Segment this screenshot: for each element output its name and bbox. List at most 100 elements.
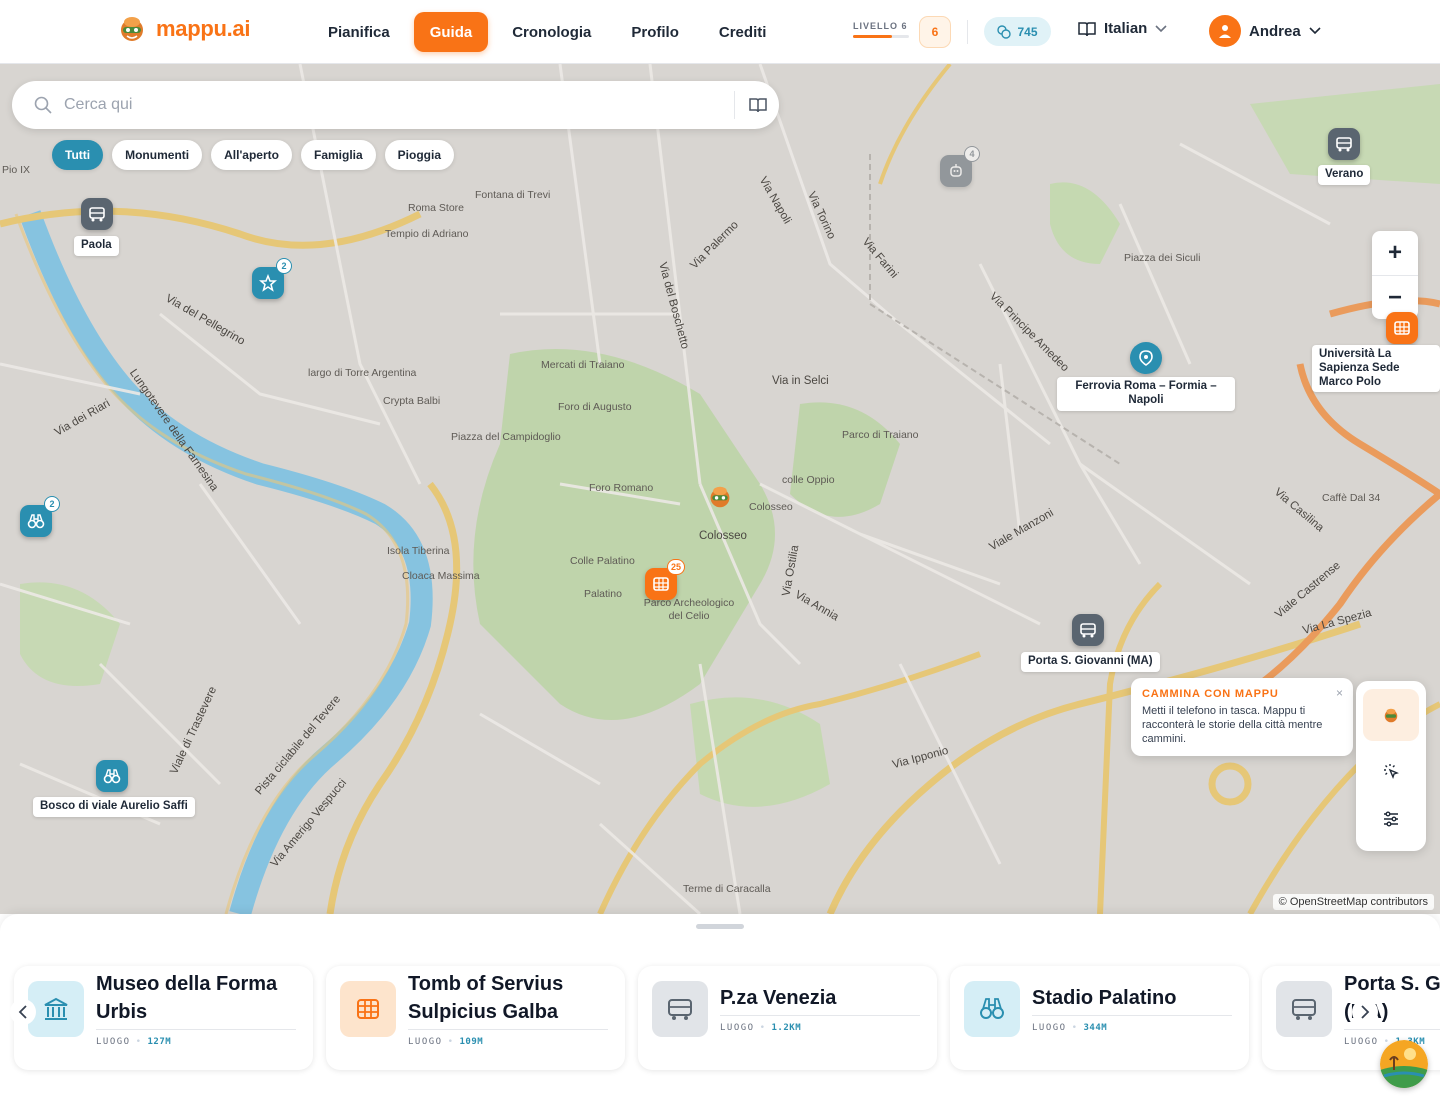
place-icon bbox=[28, 981, 84, 1037]
map-marker-ferrovia[interactable] bbox=[1130, 342, 1162, 374]
place-icon bbox=[340, 981, 396, 1037]
zoom-in-button[interactable]: + bbox=[1372, 231, 1418, 275]
place-type: LUOGO bbox=[720, 1023, 755, 1033]
search-divider bbox=[734, 91, 735, 119]
robot-icon bbox=[950, 164, 962, 177]
place-card[interactable]: Stadio Palatino LUOGO • 344M bbox=[950, 966, 1249, 1070]
place-meta: LUOGO • 1.2KM bbox=[720, 1023, 802, 1033]
map-canvas[interactable]: Colosseo Colosseo Foro Romano Palatino C… bbox=[0, 64, 1440, 914]
logo[interactable]: mappu.ai bbox=[118, 14, 250, 44]
place-distance: 1.2KM bbox=[771, 1023, 802, 1033]
map-label: Tempio di Adriano bbox=[385, 228, 469, 240]
star-icon bbox=[259, 274, 277, 292]
map-marker-paola[interactable] bbox=[81, 198, 113, 230]
search-bar bbox=[12, 81, 779, 129]
bus-icon bbox=[1292, 999, 1316, 1020]
places-list: Museo della Forma Urbis LUOGO • 127M Tomb … bbox=[14, 966, 1440, 1070]
sheet-drag-handle[interactable] bbox=[696, 924, 744, 929]
search-input[interactable] bbox=[64, 93, 704, 117]
map-marker-cluster[interactable]: 2 bbox=[252, 258, 292, 299]
building-icon bbox=[653, 577, 669, 591]
globe-avatar-icon[interactable] bbox=[1380, 1040, 1428, 1088]
credits-pill[interactable]: 745 bbox=[984, 17, 1051, 46]
map-marker-cluster[interactable]: 25 bbox=[645, 559, 685, 600]
top-header: mappu.ai Pianifica Guida Cronologia Prof… bbox=[0, 0, 1440, 64]
chip-famiglia[interactable]: Famiglia bbox=[300, 140, 376, 170]
museum-icon bbox=[44, 997, 68, 1020]
places-bottom-sheet: Museo della Forma Urbis LUOGO • 127M Tomb … bbox=[0, 914, 1440, 1100]
level-badge[interactable]: 6 bbox=[919, 16, 951, 48]
map-label: Parco Archeologico del Celio bbox=[643, 597, 735, 622]
card-divider bbox=[1344, 1029, 1440, 1030]
book-open-icon[interactable] bbox=[748, 95, 768, 115]
map-marker-universita[interactable] bbox=[1386, 312, 1418, 344]
map-marker-bosco[interactable] bbox=[96, 760, 128, 792]
building-icon bbox=[357, 999, 379, 1019]
locate-button[interactable] bbox=[1363, 745, 1419, 797]
zoom-control: + − bbox=[1372, 231, 1418, 319]
walk-with-mappu-card: CAMMINA CON MAPPU Metti il telefono in t… bbox=[1131, 678, 1353, 756]
nav-profilo[interactable]: Profilo bbox=[615, 12, 695, 52]
card-divider bbox=[1032, 1015, 1232, 1016]
map-label: Colle Palatino bbox=[570, 555, 635, 567]
level-indicator: LIVELLO 6 bbox=[853, 21, 909, 38]
scroll-left-button[interactable] bbox=[10, 999, 36, 1025]
place-type: LUOGO bbox=[1032, 1023, 1067, 1033]
close-icon[interactable]: × bbox=[1336, 686, 1343, 700]
chip-all-aperto[interactable]: All'aperto bbox=[211, 140, 292, 170]
map-label: Fontana di Trevi bbox=[475, 189, 551, 201]
map-label: Palatino bbox=[584, 588, 622, 600]
map-label: Roma Store bbox=[408, 202, 465, 214]
filter-chips: Tutti Monumenti All'aperto Famiglia Piog… bbox=[52, 140, 455, 170]
language-selector[interactable]: Italian bbox=[1078, 20, 1167, 37]
map-tools-panel bbox=[1356, 681, 1426, 851]
map-marker-verano[interactable] bbox=[1328, 128, 1360, 160]
nav-cronologia[interactable]: Cronologia bbox=[496, 12, 607, 52]
place-card[interactable]: Museo della Forma Urbis LUOGO • 127M bbox=[14, 966, 313, 1070]
user-location-icon bbox=[710, 486, 730, 508]
nav-pianifica[interactable]: Pianifica bbox=[312, 12, 406, 52]
map-label: Via in Selci bbox=[772, 375, 829, 387]
mascot-icon bbox=[121, 17, 143, 41]
card-divider bbox=[720, 1015, 920, 1016]
place-icon bbox=[652, 981, 708, 1037]
map-marker-label: Ferrovia Roma – Formia – Napoli bbox=[1057, 377, 1235, 411]
map-marker-label: Università La Sapienza Sede Marco Polo bbox=[1312, 345, 1440, 393]
nav-crediti[interactable]: Crediti bbox=[703, 12, 783, 52]
map-label: largo di Torre Argentina bbox=[308, 367, 417, 379]
place-card[interactable]: P.za Venezia LUOGO • 1.2KM bbox=[638, 966, 937, 1070]
place-title: Tomb of Servius Sulpicius Galba bbox=[408, 973, 564, 1023]
place-meta: LUOGO • 127M bbox=[96, 1037, 172, 1047]
chip-tutti[interactable]: Tutti bbox=[52, 140, 104, 170]
marker-count-badge: 25 bbox=[666, 559, 685, 575]
map-marker-cluster[interactable]: 2 bbox=[20, 496, 60, 537]
place-distance: 109M bbox=[459, 1037, 484, 1047]
map-label: Colosseo bbox=[749, 501, 793, 513]
bus-icon bbox=[1336, 137, 1352, 152]
place-title: Museo della Forma Urbis bbox=[96, 973, 278, 1023]
bus-icon bbox=[89, 207, 105, 222]
map-label: Crypta Balbi bbox=[383, 395, 441, 407]
chevron-down-icon bbox=[1155, 24, 1167, 32]
user-name: Andrea bbox=[1249, 22, 1301, 40]
map-label: Piazza dei Siculi bbox=[1124, 252, 1201, 264]
credits-value: 745 bbox=[1017, 24, 1038, 39]
map-marker-cluster[interactable]: 4 bbox=[940, 146, 980, 187]
scroll-right-button[interactable] bbox=[1352, 999, 1378, 1025]
map-attribution[interactable]: © OpenStreetMap contributors bbox=[1272, 894, 1434, 910]
sliders-icon bbox=[1384, 811, 1398, 827]
place-icon bbox=[964, 981, 1020, 1037]
map-settings-button[interactable] bbox=[1363, 793, 1419, 845]
nav-guida[interactable]: Guida bbox=[413, 12, 489, 52]
map-label: Caffè Dal 34 bbox=[1322, 492, 1381, 504]
place-card[interactable]: Tomb of Servius Sulpicius Galba LUOGO • 10… bbox=[326, 966, 625, 1070]
search-icon bbox=[34, 96, 52, 114]
user-menu[interactable]: Andrea bbox=[1209, 15, 1321, 47]
chip-monumenti[interactable]: Monumenti bbox=[112, 140, 203, 170]
chip-pioggia[interactable]: Pioggia bbox=[384, 140, 455, 170]
marker-count-badge: 2 bbox=[276, 258, 292, 274]
place-title: Stadio Palatino bbox=[1032, 987, 1177, 1009]
walk-mode-button[interactable] bbox=[1363, 689, 1419, 741]
map-marker-porta-s-giovanni[interactable] bbox=[1072, 614, 1104, 646]
place-title: P.za Venezia bbox=[720, 987, 837, 1009]
